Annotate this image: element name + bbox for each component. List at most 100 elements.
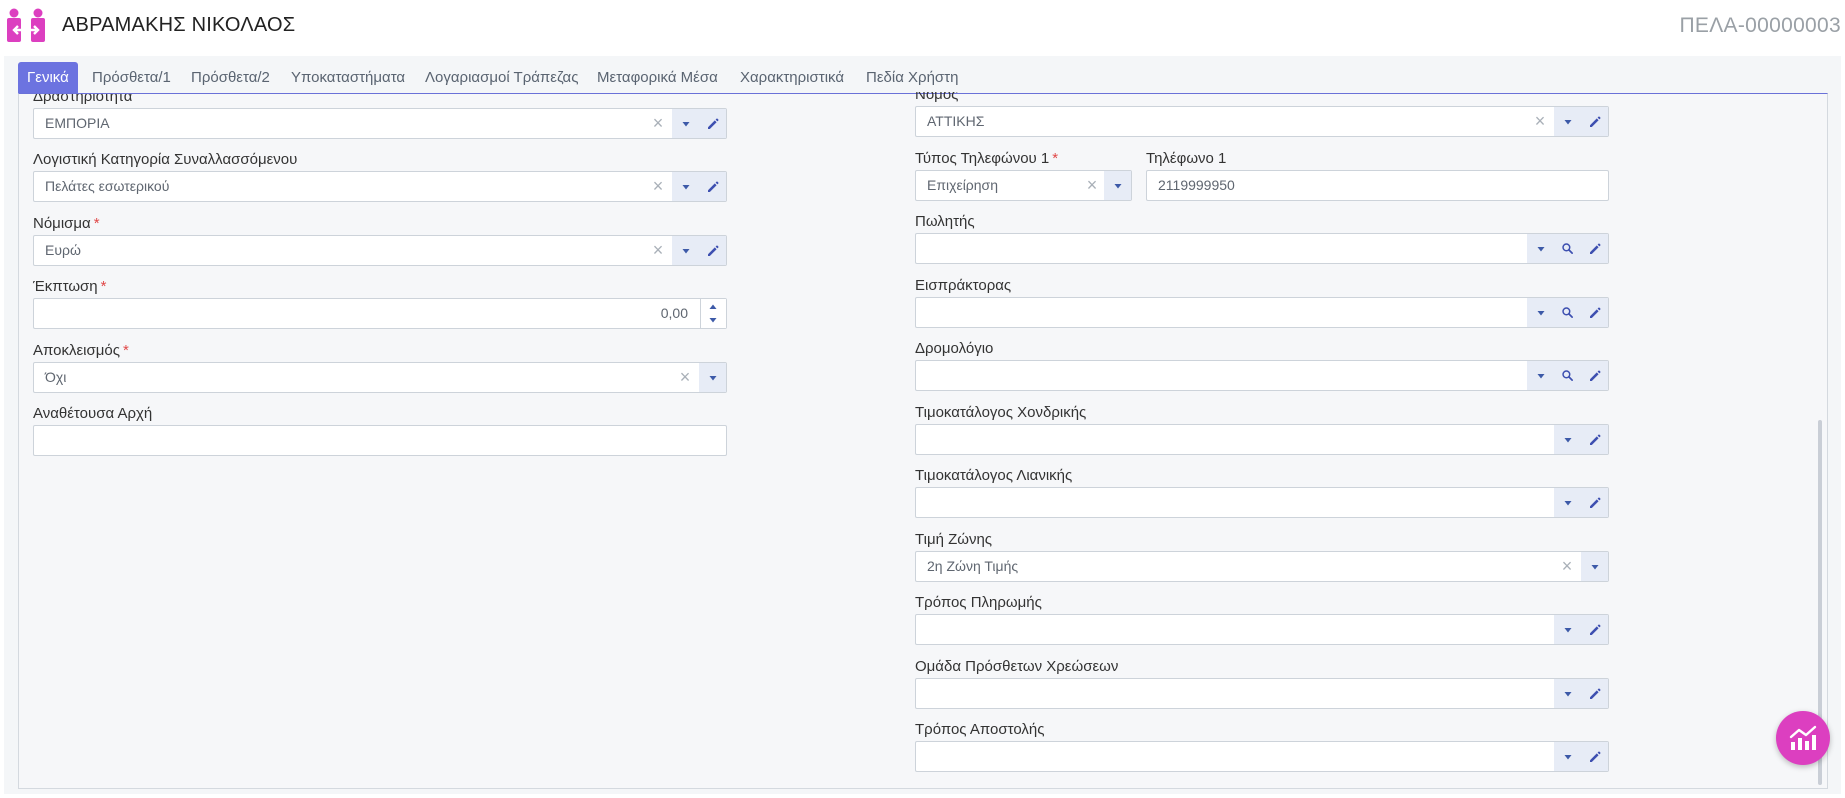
currency-label: Νόμισμα * <box>33 215 100 232</box>
search-icon[interactable] <box>1554 234 1581 263</box>
record-code: ΠΕΛΑ-00000003 <box>1679 14 1841 37</box>
exclusion-select[interactable]: Όχι × <box>33 362 727 393</box>
edit-icon[interactable] <box>1581 298 1608 327</box>
shipping-method-label: Τρόπος Αποστολής <box>915 721 1045 738</box>
clear-icon[interactable]: × <box>648 236 668 265</box>
edit-icon[interactable] <box>699 172 726 201</box>
collector-label: Εισπράκτορας <box>915 277 1012 294</box>
discount-input[interactable]: 0,00 <box>33 298 727 329</box>
phone-type-label: Τύπος Τηλεφώνου 1 * <box>915 150 1059 167</box>
chevron-down-icon[interactable] <box>1581 552 1608 581</box>
arrow-down-icon <box>708 315 718 325</box>
wholesale-pricelist-label: Τιμοκατάλογος Χονδρικής <box>915 404 1087 421</box>
accounting-category-select[interactable]: Πελάτες εσωτερικού × <box>33 171 727 202</box>
activity-select[interactable]: ΕΜΠΟΡΙΑ × <box>33 108 727 139</box>
retail-pricelist-select[interactable] <box>915 487 1609 518</box>
clear-icon[interactable]: × <box>1082 171 1102 200</box>
phone-label: Τηλέφωνο 1 <box>1146 150 1227 167</box>
arrow-up-icon <box>708 302 718 312</box>
edit-icon[interactable] <box>1581 425 1608 454</box>
edit-icon[interactable] <box>1581 615 1608 644</box>
tab-characteristics[interactable]: Χαρακτηριστικά <box>740 62 844 93</box>
chevron-down-icon[interactable] <box>1104 171 1131 200</box>
extra-charges-group-label: Ομάδα Πρόσθετων Χρεώσεων <box>915 658 1119 675</box>
discount-value: 0,00 <box>660 305 688 321</box>
customer-logo-icon <box>4 6 48 46</box>
edit-icon[interactable] <box>1581 361 1608 390</box>
chevron-down-icon[interactable] <box>672 109 699 138</box>
chevron-down-icon[interactable] <box>1554 107 1581 136</box>
required-marker: * <box>122 342 129 359</box>
edit-icon[interactable] <box>699 109 726 138</box>
clear-icon[interactable]: × <box>648 109 668 138</box>
clear-icon[interactable]: × <box>1530 107 1550 136</box>
tab-vehicles[interactable]: Μεταφορικά Μέσα <box>597 62 718 93</box>
prefecture-value: ΑΤΤΙΚΗΣ <box>927 113 985 129</box>
required-marker: * <box>100 278 107 295</box>
search-icon[interactable] <box>1554 361 1581 390</box>
clear-icon[interactable]: × <box>675 363 695 392</box>
edit-icon[interactable] <box>1581 679 1608 708</box>
phone-input[interactable]: 2119999950 <box>1146 170 1609 201</box>
tab-branches[interactable]: Υποκαταστήματα <box>291 62 405 93</box>
route-label: Δρομολόγιο <box>915 340 994 357</box>
exclusion-value: Όχι <box>45 369 67 385</box>
payment-method-select[interactable] <box>915 614 1609 645</box>
chevron-down-icon[interactable] <box>1554 425 1581 454</box>
chevron-down-icon[interactable] <box>1554 615 1581 644</box>
chevron-down-icon[interactable] <box>699 363 726 392</box>
tab-additional-1[interactable]: Πρόσθετα/1 <box>92 62 171 93</box>
search-icon[interactable] <box>1554 298 1581 327</box>
prefecture-select[interactable]: ΑΤΤΙΚΗΣ × <box>915 106 1609 137</box>
currency-value: Ευρώ <box>45 242 81 258</box>
chevron-down-icon[interactable] <box>1527 298 1554 327</box>
edit-icon[interactable] <box>1581 107 1608 136</box>
chevron-down-icon[interactable] <box>1554 742 1581 771</box>
currency-select[interactable]: Ευρώ × <box>33 235 727 266</box>
accounting-category-label: Λογιστική Κατηγορία Συναλλασσόμενου <box>33 151 298 168</box>
accounting-category-value: Πελάτες εσωτερικού <box>45 178 170 194</box>
required-marker: * <box>1052 150 1059 167</box>
salesman-label: Πωλητής <box>915 213 975 230</box>
collector-select[interactable] <box>915 297 1609 328</box>
zone-price-select[interactable]: 2η Ζώνη Τιμής × <box>915 551 1609 582</box>
discount-label: Έκπτωση * <box>33 278 107 295</box>
phone-type-select[interactable]: Επιχείρηση × <box>915 170 1132 201</box>
edit-icon[interactable] <box>1581 234 1608 263</box>
payment-method-label: Τρόπος Πληρωμής <box>915 594 1042 611</box>
required-marker: * <box>93 215 100 232</box>
chevron-down-icon[interactable] <box>1554 488 1581 517</box>
route-select[interactable] <box>915 360 1609 391</box>
edit-icon[interactable] <box>1581 488 1608 517</box>
exclusion-label: Αποκλεισμός * <box>33 342 129 359</box>
clear-icon[interactable]: × <box>648 172 668 201</box>
chevron-down-icon[interactable] <box>1527 361 1554 390</box>
shipping-method-select[interactable] <box>915 741 1609 772</box>
chart-icon <box>1789 725 1817 750</box>
analytics-fab-button[interactable] <box>1776 711 1830 765</box>
contracting-authority-input[interactable] <box>33 425 727 456</box>
chevron-down-icon[interactable] <box>672 236 699 265</box>
extra-charges-group-select[interactable] <box>915 678 1609 709</box>
zone-price-value: 2η Ζώνη Τιμής <box>927 558 1019 574</box>
phone-value: 2119999950 <box>1158 177 1235 193</box>
tab-user-fields[interactable]: Πεδία Χρήστη <box>866 62 958 93</box>
page-title: ΑΒΡΑΜΑΚΗΣ ΝΙΚΟΛΑΟΣ <box>62 14 296 36</box>
salesman-select[interactable] <box>915 233 1609 264</box>
chevron-down-icon[interactable] <box>1527 234 1554 263</box>
activity-value: ΕΜΠΟΡΙΑ <box>45 115 110 131</box>
tab-additional-2[interactable]: Πρόσθετα/2 <box>191 62 270 93</box>
contracting-authority-label: Αναθέτουσα Αρχή <box>33 405 153 422</box>
page-header: ΑΒΡΑΜΑΚΗΣ ΝΙΚΟΛΑΟΣ ΠΕΛΑ-00000003 <box>0 0 1845 52</box>
edit-icon[interactable] <box>699 236 726 265</box>
chevron-down-icon[interactable] <box>1554 679 1581 708</box>
clear-icon[interactable]: × <box>1557 552 1577 581</box>
edit-icon[interactable] <box>1581 742 1608 771</box>
wholesale-pricelist-select[interactable] <box>915 424 1609 455</box>
discount-stepper[interactable] <box>700 299 726 328</box>
tab-general[interactable]: Γενικά <box>18 62 78 93</box>
retail-pricelist-label: Τιμοκατάλογος Λιανικής <box>915 467 1073 484</box>
chevron-down-icon[interactable] <box>672 172 699 201</box>
zone-price-label: Τιμή Ζώνης <box>915 531 993 548</box>
tab-bank-accounts[interactable]: Λογαριασμοί Τράπεζας <box>425 62 578 93</box>
